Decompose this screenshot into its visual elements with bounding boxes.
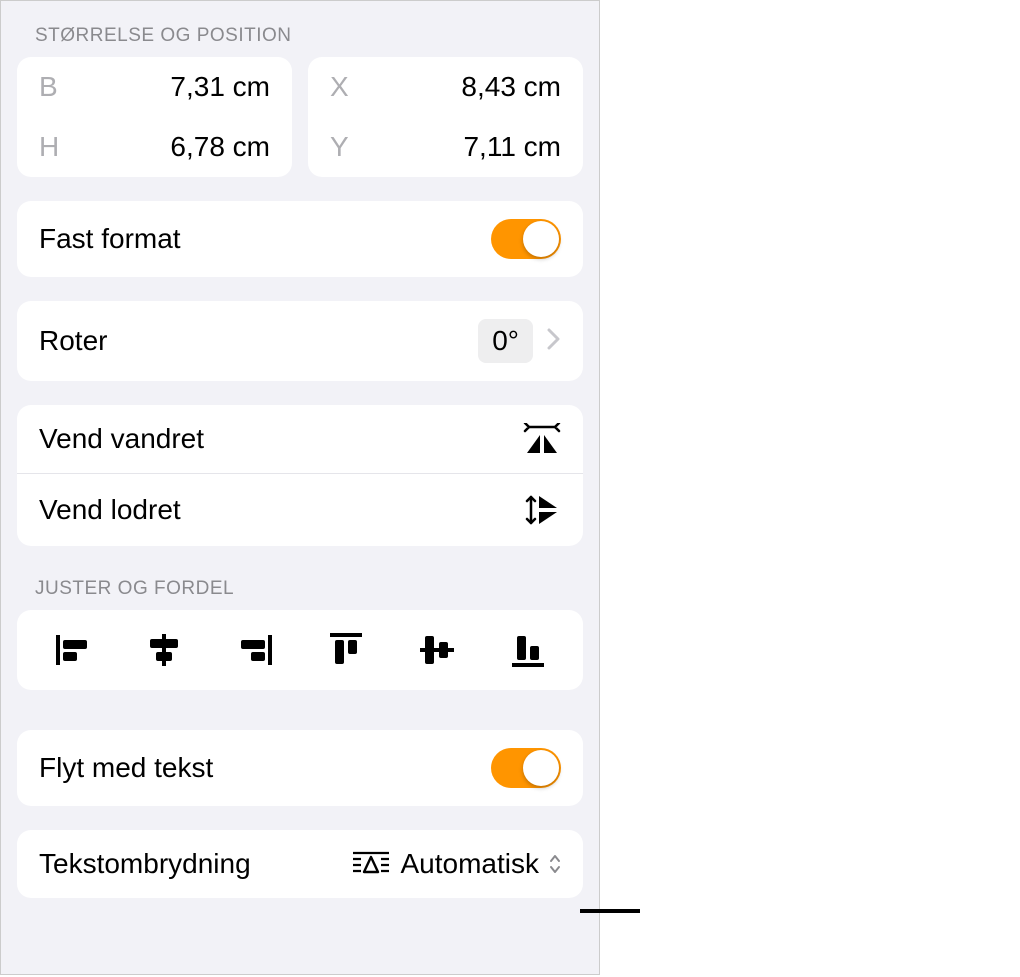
x-row[interactable]: X 8,43 cm	[308, 57, 583, 117]
arrange-panel: STØRRELSE OG POSITION B 7,31 cm H 6,78 c…	[0, 0, 600, 975]
flip-vertical-row[interactable]: Vend lodret	[17, 473, 583, 546]
align-center-horizontal-button[interactable]	[134, 628, 194, 672]
align-right-button[interactable]	[225, 628, 285, 672]
align-center-vertical-button[interactable]	[407, 628, 467, 672]
move-with-text-card: Flyt med tekst	[17, 730, 583, 806]
x-label: X	[330, 71, 360, 103]
text-wrap-row[interactable]: Tekstombrydning Automatisk	[17, 830, 583, 898]
height-label: H	[39, 131, 69, 163]
flip-horizontal-label: Vend vandret	[39, 423, 204, 455]
flip-vertical-icon	[525, 492, 561, 528]
chevron-right-icon	[547, 326, 561, 357]
y-value: 7,11 cm	[463, 131, 561, 163]
align-distribute-card	[17, 610, 583, 690]
size-position-header: STØRRELSE OG POSITION	[17, 17, 583, 57]
callout-line	[580, 909, 640, 913]
select-stepper-icon	[549, 854, 561, 874]
move-with-text-toggle[interactable]	[491, 748, 561, 788]
align-left-button[interactable]	[43, 628, 103, 672]
x-value: 8,43 cm	[461, 71, 561, 103]
move-with-text-label: Flyt med tekst	[39, 752, 213, 784]
y-label: Y	[330, 131, 360, 163]
position-card: X 8,43 cm Y 7,11 cm	[308, 57, 583, 177]
height-value: 6,78 cm	[170, 131, 270, 163]
width-label: B	[39, 71, 69, 103]
constrain-toggle[interactable]	[491, 219, 561, 259]
align-distribute-header: JUSTER OG FORDEL	[17, 570, 583, 610]
constrain-card: Fast format	[17, 201, 583, 277]
flip-horizontal-row[interactable]: Vend vandret	[17, 405, 583, 473]
flip-horizontal-icon	[523, 423, 561, 455]
text-wrap-label: Tekstombrydning	[39, 848, 251, 880]
width-value: 7,31 cm	[170, 71, 270, 103]
align-top-button[interactable]	[316, 628, 376, 672]
text-wrap-card: Tekstombrydning Automatisk	[17, 830, 583, 898]
rotate-value: 0°	[478, 319, 533, 363]
flip-vertical-label: Vend lodret	[39, 494, 181, 526]
rotate-label: Roter	[39, 325, 107, 357]
rotate-row[interactable]: Roter 0°	[17, 301, 583, 381]
constrain-label: Fast format	[39, 223, 181, 255]
align-bottom-button[interactable]	[498, 628, 558, 672]
height-row[interactable]: H 6,78 cm	[17, 117, 292, 177]
text-wrap-value: Automatisk	[401, 848, 540, 880]
y-row[interactable]: Y 7,11 cm	[308, 117, 583, 177]
size-position-group: B 7,31 cm H 6,78 cm X 8,43 cm Y 7,11 cm	[17, 57, 583, 177]
constrain-row: Fast format	[17, 201, 583, 277]
text-wrap-icon	[351, 850, 391, 878]
move-with-text-row: Flyt med tekst	[17, 730, 583, 806]
size-card: B 7,31 cm H 6,78 cm	[17, 57, 292, 177]
rotate-card: Roter 0°	[17, 301, 583, 381]
width-row[interactable]: B 7,31 cm	[17, 57, 292, 117]
flip-card: Vend vandret Vend lodret	[17, 405, 583, 546]
